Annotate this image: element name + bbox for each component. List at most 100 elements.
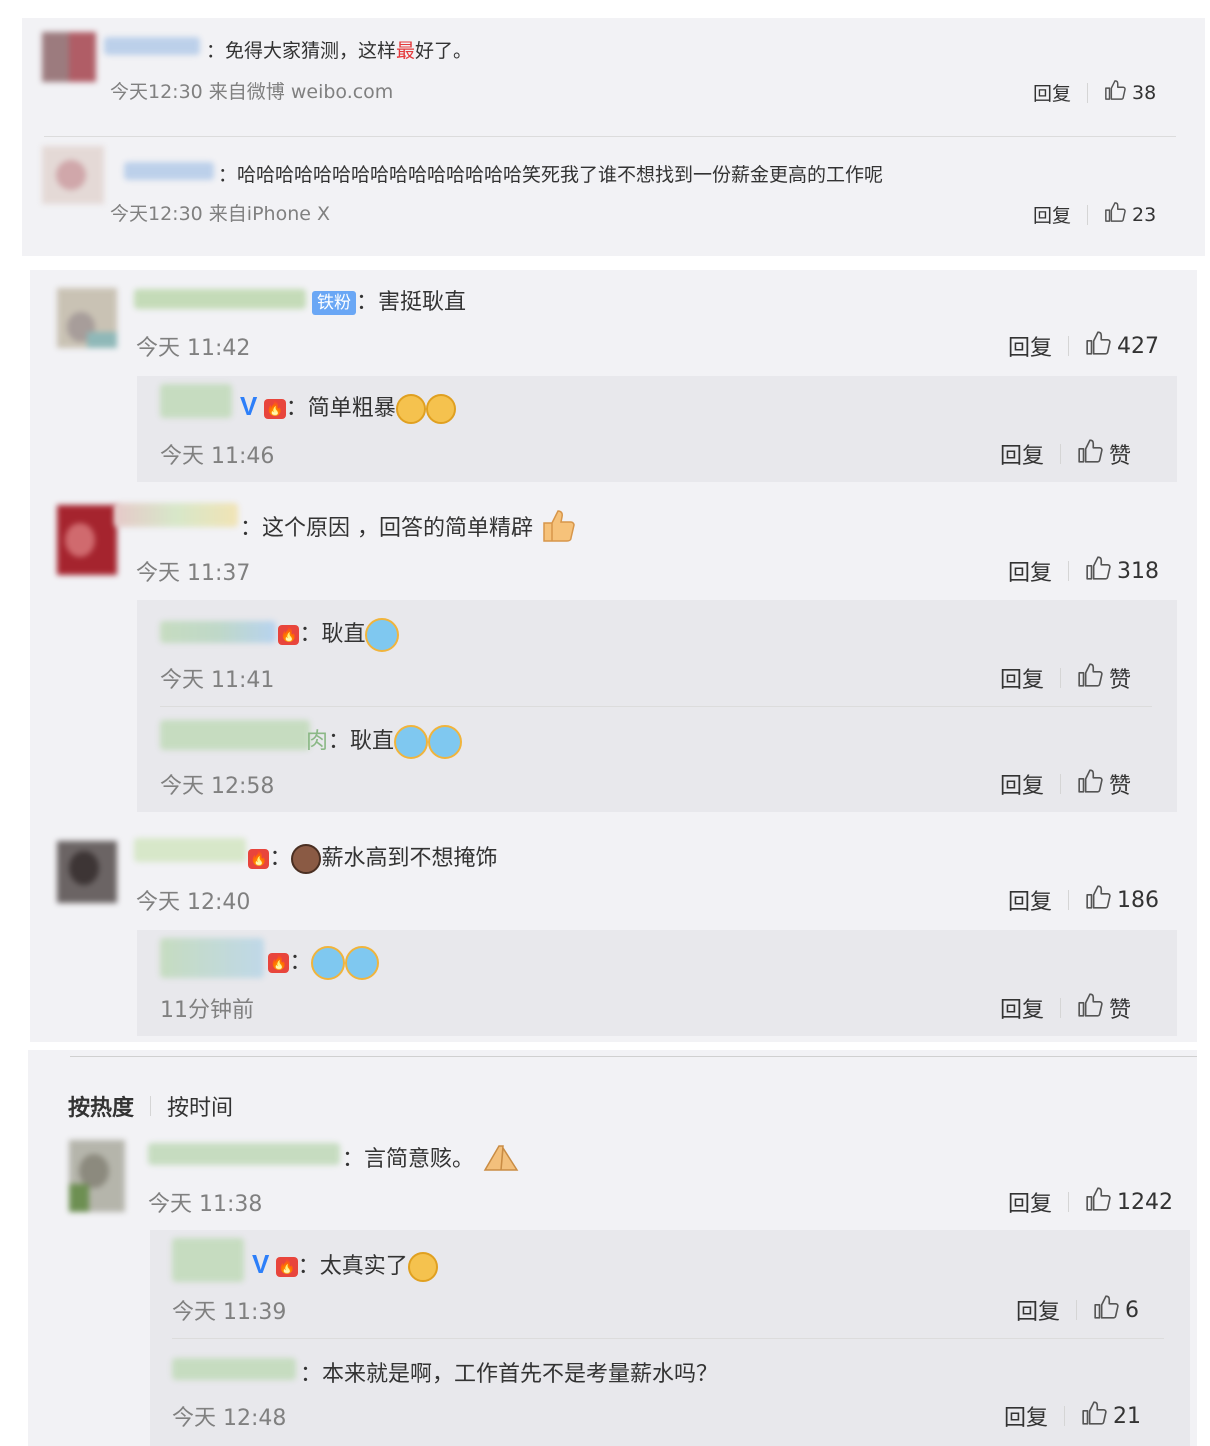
like-label[interactable]: 赞	[1109, 992, 1131, 1024]
thumbs-up-icon[interactable]	[1077, 768, 1103, 800]
comment-actions: 回复 23	[1033, 201, 1156, 228]
doge-emoji-icon	[395, 394, 426, 424]
username-blurred[interactable]	[160, 938, 264, 978]
fire-badge-icon: 🔥	[276, 1257, 298, 1277]
like-count: 23	[1132, 203, 1157, 226]
thumbs-up-icon[interactable]	[1104, 201, 1126, 228]
avatar[interactable]	[42, 32, 96, 82]
doge-emoji-icon	[407, 1252, 438, 1282]
sort-tabs: 按热度 按时间	[68, 1090, 233, 1122]
comment-time: 今天 11:37	[136, 561, 251, 586]
reply-button[interactable]: 回复	[1016, 1294, 1060, 1326]
comment-actions: 回复 1242	[1008, 1186, 1173, 1218]
laugh-cry-emoji-icon	[365, 618, 400, 652]
reply-actions: 回复 赞	[1000, 992, 1131, 1024]
reply-button[interactable]: 回复	[1008, 330, 1052, 362]
thumbs-up-icon[interactable]	[1085, 555, 1111, 587]
thumbs-up-icon[interactable]	[1093, 1294, 1119, 1326]
username-blurred[interactable]	[172, 1358, 296, 1380]
reply-button[interactable]: 回复	[1000, 438, 1044, 470]
username-blurred[interactable]	[134, 289, 306, 309]
divider	[44, 136, 1176, 137]
username-blurred[interactable]	[134, 838, 246, 862]
reply-text: V 🔥：太真实了	[252, 1248, 438, 1282]
reply-actions: 回复 6	[1016, 1294, 1139, 1326]
avatar[interactable]	[57, 841, 117, 903]
reply-button[interactable]: 回复	[1004, 1400, 1048, 1432]
doge-emoji-icon	[425, 394, 456, 424]
thumbs-up-icon[interactable]	[1077, 662, 1103, 694]
username-blurred[interactable]	[160, 720, 310, 750]
username-blurred[interactable]	[104, 37, 200, 55]
reply-button[interactable]: 回复	[1033, 79, 1071, 106]
thumbs-up-icon[interactable]	[1085, 884, 1111, 916]
reply-button[interactable]: 回复	[1000, 768, 1044, 800]
reply-actions: 回复 21	[1004, 1400, 1141, 1432]
like-count: 6	[1125, 1297, 1140, 1323]
comment-text: ：免得大家猜测，这样最好了。	[206, 40, 473, 62]
comment-text: 铁粉 ：害挺耿直	[312, 284, 466, 316]
laugh-cry-emoji-icon	[345, 946, 380, 980]
divider	[1087, 82, 1089, 103]
like-label[interactable]: 赞	[1109, 768, 1131, 800]
reply-button[interactable]: 回复	[1000, 992, 1044, 1024]
comment-actions: 回复 38	[1033, 79, 1156, 106]
username-blurred[interactable]	[160, 384, 232, 418]
avatar[interactable]	[69, 1140, 125, 1212]
reply-button[interactable]: 回复	[1033, 201, 1071, 228]
reply-text: 🔥：	[268, 944, 380, 980]
reply-actions: 回复 赞	[1000, 662, 1131, 694]
username-blurred[interactable]	[148, 1143, 340, 1165]
verified-icon: V	[240, 391, 258, 421]
username-blurred[interactable]	[160, 621, 276, 643]
reply-button[interactable]: 回复	[1008, 555, 1052, 587]
divider	[150, 1096, 152, 1116]
thumbs-up-icon[interactable]	[1085, 330, 1111, 362]
divider	[160, 706, 1152, 707]
reply-button[interactable]: 回复	[1008, 884, 1052, 916]
avatar[interactable]	[57, 505, 117, 575]
thumbs-up-icon[interactable]	[1077, 438, 1103, 470]
like-label[interactable]: 赞	[1109, 438, 1131, 470]
divider	[1060, 668, 1062, 688]
divider	[70, 1056, 1197, 1057]
comment-text: ：这个原因 ，回答的简单精辟	[240, 509, 576, 549]
thumbs-up-icon[interactable]	[1085, 1186, 1111, 1218]
username-blurred[interactable]	[172, 1238, 244, 1282]
laugh-cry-emoji-icon	[311, 946, 346, 980]
comment-actions: 回复 318	[1008, 555, 1159, 587]
fire-badge-icon: 🔥	[248, 849, 270, 869]
reply-text: 🔥：耿直	[278, 616, 400, 652]
thumbs-up-icon[interactable]	[1077, 992, 1103, 1024]
folded-hands-emoji-icon	[481, 1142, 521, 1178]
tab-sort-hot[interactable]: 按热度	[68, 1090, 134, 1122]
laugh-cry-emoji-icon	[394, 725, 429, 759]
tab-sort-time[interactable]: 按时间	[167, 1090, 233, 1122]
like-count: 318	[1117, 558, 1160, 584]
fire-badge-icon: 🔥	[264, 399, 286, 419]
reply-text: 肉：耿直	[306, 723, 463, 759]
thumbs-up-icon[interactable]	[1104, 79, 1126, 106]
username-blurred[interactable]	[124, 162, 214, 180]
reply-actions: 回复 赞	[1000, 438, 1131, 470]
comment-actions: 回复 186	[1008, 884, 1159, 916]
username-blurred[interactable]	[114, 503, 238, 527]
avatar[interactable]	[42, 146, 104, 204]
comment-time: 今天12:30 来自微博 weibo.com	[110, 81, 394, 103]
like-count: 427	[1117, 333, 1160, 359]
monkey-emoji-icon	[291, 844, 322, 874]
reply-button[interactable]: 回复	[1000, 662, 1044, 694]
like-label[interactable]: 赞	[1109, 662, 1131, 694]
reply-text: V 🔥：简单粗暴	[240, 390, 456, 424]
like-count: 21	[1113, 1403, 1142, 1429]
laugh-cry-emoji-icon	[428, 725, 463, 759]
comment-time: 今天 11:38	[148, 1192, 263, 1217]
thumbs-up-icon[interactable]	[1081, 1400, 1107, 1432]
reply-button[interactable]: 回复	[1008, 1186, 1052, 1218]
thumbs-up-emoji-icon	[540, 509, 576, 549]
fire-badge-icon: 🔥	[278, 625, 300, 645]
avatar[interactable]	[57, 288, 117, 348]
divider	[1068, 890, 1070, 910]
username-tail[interactable]: 肉	[306, 729, 328, 754]
reply-time: 今天 11:46	[160, 444, 275, 469]
